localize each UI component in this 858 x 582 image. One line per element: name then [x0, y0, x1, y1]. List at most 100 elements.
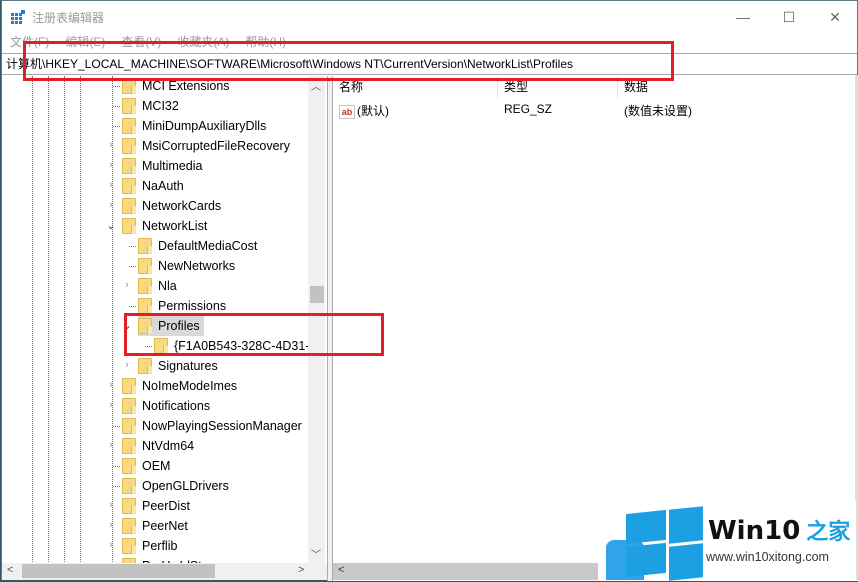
- tree-item-label: NowPlayingSessionManager: [142, 419, 302, 433]
- tree-item-label: Multimedia: [142, 159, 203, 173]
- tree-item[interactable]: MCI32: [122, 96, 179, 116]
- collapsed-chevron-icon[interactable]: ›: [106, 519, 116, 531]
- scroll-right-arrow-icon[interactable]: >: [298, 564, 304, 576]
- minimize-button[interactable]: —: [720, 1, 766, 33]
- collapsed-chevron-icon[interactable]: ›: [106, 539, 116, 551]
- tree-guide-line: [48, 76, 49, 566]
- scroll-left-arrow-icon[interactable]: <: [7, 564, 13, 576]
- string-value-icon: ab: [339, 104, 355, 119]
- collapsed-chevron-icon[interactable]: ›: [122, 359, 132, 371]
- folder-icon: [122, 498, 136, 514]
- collapsed-chevron-icon[interactable]: ›: [106, 439, 116, 451]
- tree-item[interactable]: NaAuth: [122, 176, 184, 196]
- window-title: 注册表编辑器: [32, 11, 105, 25]
- value-type: REG_SZ: [504, 102, 553, 116]
- windows-logo-tile: [669, 506, 703, 544]
- tree-item[interactable]: OpenGLDrivers: [122, 476, 229, 496]
- watermark-brand: Win10: [708, 516, 801, 546]
- tree-item-label: OpenGLDrivers: [142, 479, 229, 493]
- tree-connector: [129, 246, 136, 247]
- tree-item-label: Perflib: [142, 539, 178, 553]
- tree-item[interactable]: DefaultMediaCost: [138, 236, 257, 256]
- tree-item-label: OEM: [142, 459, 171, 473]
- tree-item-label: NoImeModeImes: [142, 379, 238, 393]
- collapsed-chevron-icon[interactable]: ›: [106, 379, 116, 391]
- tree-hscroll-thumb[interactable]: [22, 564, 215, 578]
- folder-icon: [122, 378, 136, 394]
- tree-item-label: MCI Extensions: [142, 79, 230, 93]
- tree-item-label: DefaultMediaCost: [158, 239, 258, 253]
- tree-item-label: MsiCorruptedFileRecovery: [142, 139, 290, 153]
- folder-icon: [122, 458, 136, 474]
- folder-icon: [138, 298, 152, 314]
- tree-item[interactable]: NetworkList: [122, 216, 207, 236]
- title-bar: 注册表编辑器 — ☐ ✕: [2, 1, 857, 33]
- address-highlight-box: [23, 41, 674, 81]
- folder-icon: [138, 278, 152, 294]
- tree-item[interactable]: PeerDist: [122, 496, 190, 516]
- tree-item[interactable]: Perflib: [122, 536, 177, 556]
- tree-item-label: MiniDumpAuxiliaryDlls: [142, 119, 267, 133]
- collapsed-chevron-icon[interactable]: ›: [106, 499, 116, 511]
- tree-connector: [113, 486, 120, 487]
- tree-item-label: Nla: [158, 279, 177, 293]
- profiles-highlight-box: [124, 313, 384, 356]
- tree-item[interactable]: Signatures: [138, 356, 218, 376]
- folder-icon: [122, 418, 136, 434]
- collapsed-chevron-icon[interactable]: ›: [106, 399, 116, 411]
- collapsed-chevron-icon[interactable]: ›: [106, 139, 116, 151]
- tree-item[interactable]: NowPlayingSessionManager: [122, 416, 302, 436]
- tree-guide-line: [64, 76, 65, 566]
- tree-item-label: Permissions: [158, 299, 227, 313]
- tree-item[interactable]: Multimedia: [122, 156, 202, 176]
- watermark-brand-cn: 之家: [806, 520, 851, 545]
- folder-icon: [138, 358, 152, 374]
- scroll-down-arrow-icon[interactable]: ﹀: [311, 546, 321, 561]
- tree-item[interactable]: PeerNet: [122, 516, 188, 536]
- tree-scroll-thumb[interactable]: [310, 286, 324, 303]
- watermark-url: www.win10xitong.com: [706, 550, 829, 564]
- collapsed-chevron-icon[interactable]: ›: [106, 199, 116, 211]
- windows-logo-tile: [669, 543, 703, 581]
- list-horizontal-scrollbar[interactable]: <: [333, 563, 633, 580]
- tree-item[interactable]: OEM: [122, 456, 170, 476]
- expanded-chevron-icon[interactable]: ⌄: [106, 219, 116, 232]
- tree-item[interactable]: NoImeModeImes: [122, 376, 237, 396]
- tree-item-label: PeerNet: [142, 519, 188, 533]
- collapsed-chevron-icon[interactable]: ›: [122, 279, 132, 291]
- tree-connector: [113, 126, 120, 127]
- collapsed-chevron-icon[interactable]: ›: [106, 159, 116, 171]
- tree-item[interactable]: NtVdm64: [122, 436, 194, 456]
- folder-icon: [122, 178, 136, 194]
- tree-item[interactable]: MiniDumpAuxiliaryDlls: [122, 116, 266, 136]
- folder-icon: [122, 98, 136, 114]
- value-data: (数值未设置): [624, 104, 692, 118]
- tree-item[interactable]: Nla: [138, 276, 177, 296]
- tree-item[interactable]: NewNetworks: [138, 256, 235, 276]
- tree-item-label: NewNetworks: [158, 259, 236, 273]
- tree-guide-line: [32, 76, 33, 566]
- value-name: (默认): [357, 104, 389, 118]
- tree-connector: [113, 86, 120, 87]
- collapsed-chevron-icon[interactable]: ›: [106, 179, 116, 191]
- folder-icon: [138, 238, 152, 254]
- tree-horizontal-scrollbar[interactable]: < >: [2, 563, 327, 580]
- folder-icon: [122, 198, 136, 214]
- folder-icon: [122, 478, 136, 494]
- windows-logo-tile: [626, 542, 666, 578]
- tree-item-label: MCI32: [142, 99, 179, 113]
- tree-connector: [129, 306, 136, 307]
- folder-icon: [138, 258, 152, 274]
- list-scroll-left-arrow-icon[interactable]: <: [338, 564, 344, 576]
- tree-connector: [113, 466, 120, 467]
- tree-item[interactable]: NetworkCards: [122, 196, 221, 216]
- folder-icon: [122, 118, 136, 134]
- tree-item-label: NtVdm64: [142, 439, 195, 453]
- close-button[interactable]: ✕: [812, 1, 858, 33]
- tree-item[interactable]: MsiCorruptedFileRecovery: [122, 136, 290, 156]
- maximize-button[interactable]: ☐: [766, 1, 812, 33]
- tree-item[interactable]: Notifications: [122, 396, 210, 416]
- win10-watermark: Win10 之家 www.win10xitong.com: [598, 500, 856, 581]
- regedit-icon: [11, 10, 25, 24]
- tree-connector: [113, 106, 120, 107]
